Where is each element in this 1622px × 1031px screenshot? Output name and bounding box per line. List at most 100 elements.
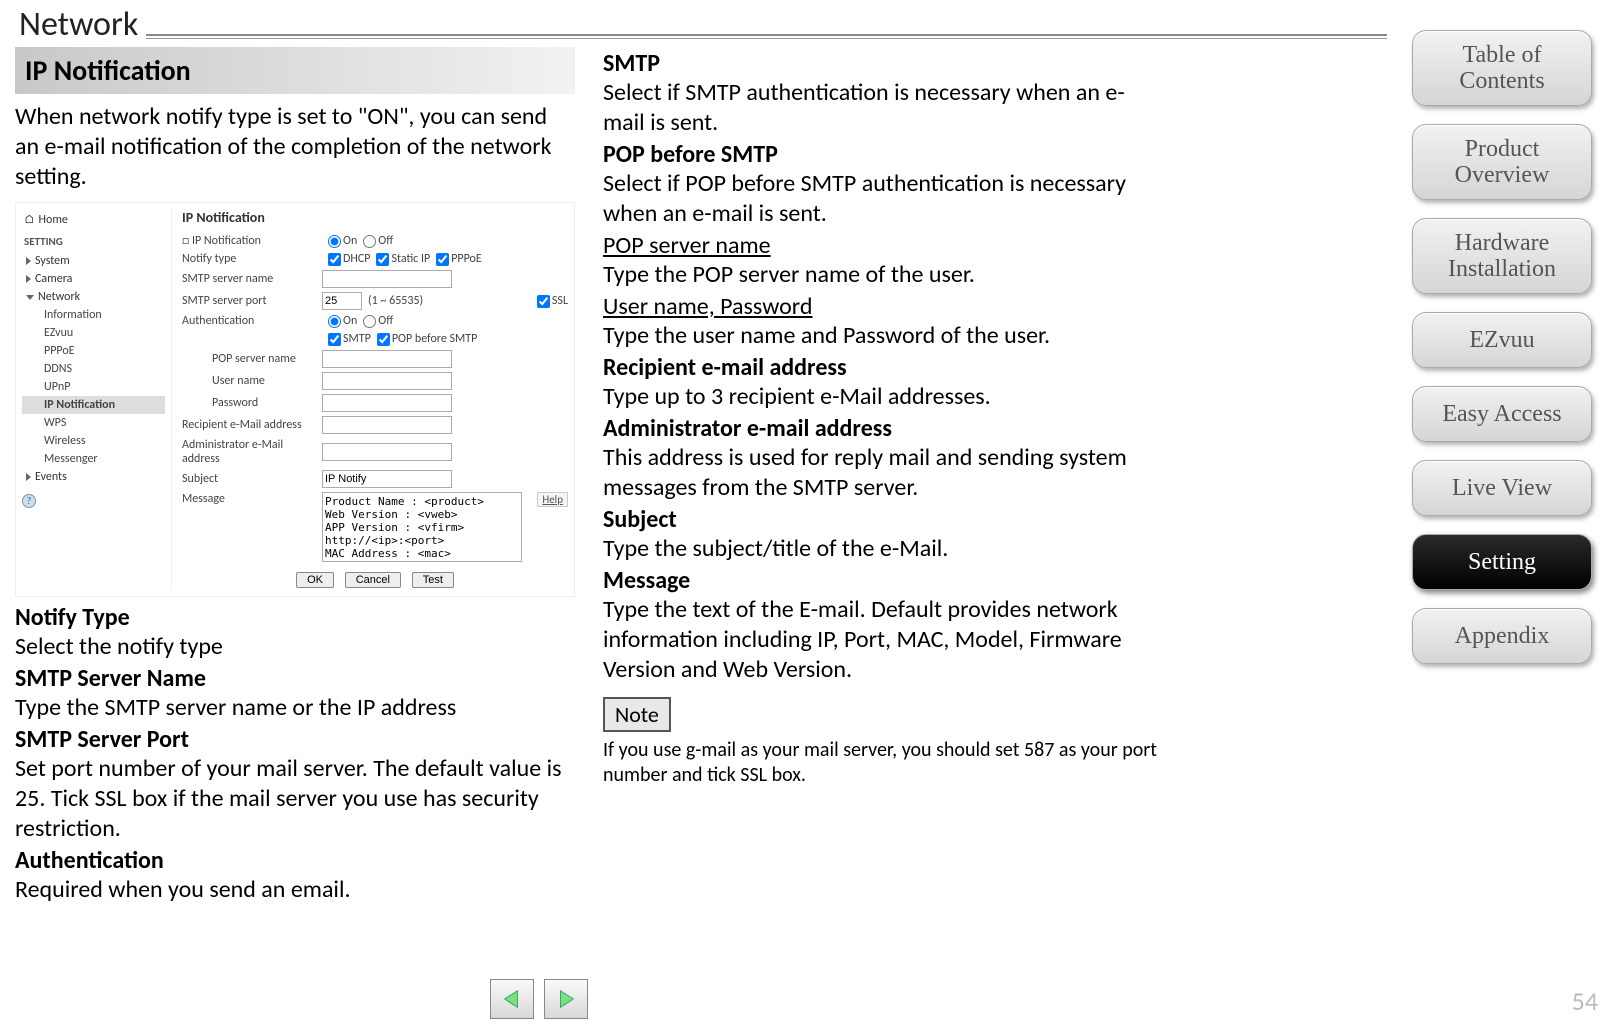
radio-auth-off-label: Off [378,314,393,328]
radio-off[interactable] [363,235,376,248]
arrow-right-icon [555,988,577,1010]
page-number: 54 [1572,985,1598,1017]
nav-label: Events [35,470,67,484]
nav-label: Network [38,290,80,304]
help-icon[interactable]: ? [22,494,36,508]
sidebar-setting[interactable]: Setting [1412,534,1592,590]
nav-sub-upnp[interactable]: UPnP [22,378,165,396]
cb-smtp[interactable] [328,333,341,346]
note-text: If you use g-mail as your mail server, y… [603,738,1163,788]
desc-subject: Type the subject/title of the e-Mail. [603,534,1163,564]
desc-message: Type the text of the E-mail. Default pro… [603,595,1163,685]
nav-label: System [35,254,70,268]
sidebar-live-view[interactable]: Live View [1412,460,1592,516]
input-pop-server[interactable] [322,350,452,368]
term-admin: Administrator e-mail address [603,414,1163,443]
label-pop-server: POP server name [182,352,322,366]
desc-auth: Required when you send an email. [15,875,575,905]
term-smtp: SMTP [603,49,1163,78]
term-recip: Recipient e-mail address [603,353,1163,382]
cb-ssl-label: SSL [552,294,568,308]
input-recip[interactable] [322,416,452,434]
input-pass[interactable] [322,394,452,412]
term-auth: Authentication [15,846,575,875]
cb-ssl[interactable] [537,295,550,308]
nav-camera[interactable]: Camera [22,270,165,288]
cb-dhcp-label: DHCP [343,252,370,266]
radio-auth-off[interactable] [363,315,376,328]
label-message: Message [182,492,322,506]
cb-popb4[interactable] [377,333,390,346]
help-link[interactable]: Help [537,492,568,507]
term-notify-type: Notify Type [15,603,575,632]
desc-recip: Type up to 3 recipient e-Mail addresses. [603,382,1163,412]
nav-home[interactable]: ⌂Home [22,209,165,231]
port-range-label: (1 ~ 65535) [368,294,423,308]
label-smtp-name: SMTP server name [182,272,322,286]
input-admin[interactable] [322,443,452,461]
label-pass: Password [182,396,322,410]
cb-pppoe[interactable] [436,253,449,266]
arrow-left-icon [501,988,523,1010]
radio-off-label: Off [378,234,393,248]
cb-staticip-label: Static IP [391,252,430,266]
nav-system[interactable]: System [22,252,165,270]
radio-on[interactable] [328,235,341,248]
term-popb4: POP before SMTP [603,140,1163,169]
nav-events[interactable]: Events [22,468,165,486]
label-auth: Authentication [182,314,322,328]
input-smtp-port[interactable] [322,292,362,310]
input-smtp-name[interactable] [322,270,452,288]
radio-auth-on-label: On [343,314,357,328]
nav-sub-wireless[interactable]: Wireless [22,432,165,450]
desc-notify-type: Select the notify type [15,632,575,662]
nav-pane: ⌂Home SETTING System Camera Network Info… [22,209,172,590]
nav-sub-ezvuu[interactable]: EZvuu [22,324,165,342]
chevron-right-icon [26,473,31,481]
cb-pppoe-label: PPPoE [451,252,482,266]
desc-smtp-port: Set port number of your mail server. The… [15,754,575,844]
sidebar-ezvuu[interactable]: EZvuu [1412,312,1592,368]
nav-sub-information[interactable]: Information [22,306,165,324]
nav-sub-ddns[interactable]: DDNS [22,360,165,378]
sidebar-appendix[interactable]: Appendix [1412,608,1592,664]
sidebar-toc[interactable]: Table of Contents [1412,30,1592,106]
label-smtp-port: SMTP server port [182,294,322,308]
cb-smtp-label: SMTP [343,332,371,346]
nav-network[interactable]: Network [22,288,165,306]
next-page-button[interactable] [544,979,588,1019]
cb-popb4-label: POP before SMTP [392,332,478,346]
nav-home-label: Home [39,213,68,227]
intro-text: When network notify type is set to "ON",… [15,102,575,192]
term-message: Message [603,566,1163,595]
ok-button[interactable]: OK [296,572,334,588]
sidebar-product-overview[interactable]: Product Overview [1412,124,1592,200]
chevron-right-icon [26,275,31,283]
nav-sub-wps[interactable]: WPS [22,414,165,432]
nav-sub-ipnotification[interactable]: IP Notification [22,396,165,414]
radio-auth-on[interactable] [328,315,341,328]
cancel-button[interactable]: Cancel [345,572,401,588]
label-ip-notification: □ IP Notification [182,234,322,248]
chevron-down-icon [26,295,34,300]
test-button[interactable]: Test [412,572,454,588]
desc-userpw: Type the user name and Password of the u… [603,321,1163,351]
input-subject[interactable] [322,470,452,488]
prev-page-button[interactable] [490,979,534,1019]
section-heading: IP Notification [15,47,575,94]
nav-sub-pppoe[interactable]: PPPoE [22,342,165,360]
sidebar-hardware-installation[interactable]: Hardware Installation [1412,218,1592,294]
desc-popserver: Type the POP server name of the user. [603,260,1163,290]
desc-smtp-name: Type the SMTP server name or the IP addr… [15,693,575,723]
nav-sub-messenger[interactable]: Messenger [22,450,165,468]
cb-dhcp[interactable] [328,253,341,266]
cb-staticip[interactable] [376,253,389,266]
term-smtp-name: SMTP Server Name [15,664,575,693]
input-user[interactable] [322,372,452,390]
label-notify-type: Notify type [182,252,322,266]
textarea-message[interactable]: Product Name : <product> Web Version : <… [322,492,522,562]
desc-popb4: Select if POP before SMTP authentication… [603,169,1163,229]
term-popserver: POP server name [603,231,1163,260]
sidebar-easy-access[interactable]: Easy Access [1412,386,1592,442]
label-admin: Administrator e-Mail address [182,438,322,466]
